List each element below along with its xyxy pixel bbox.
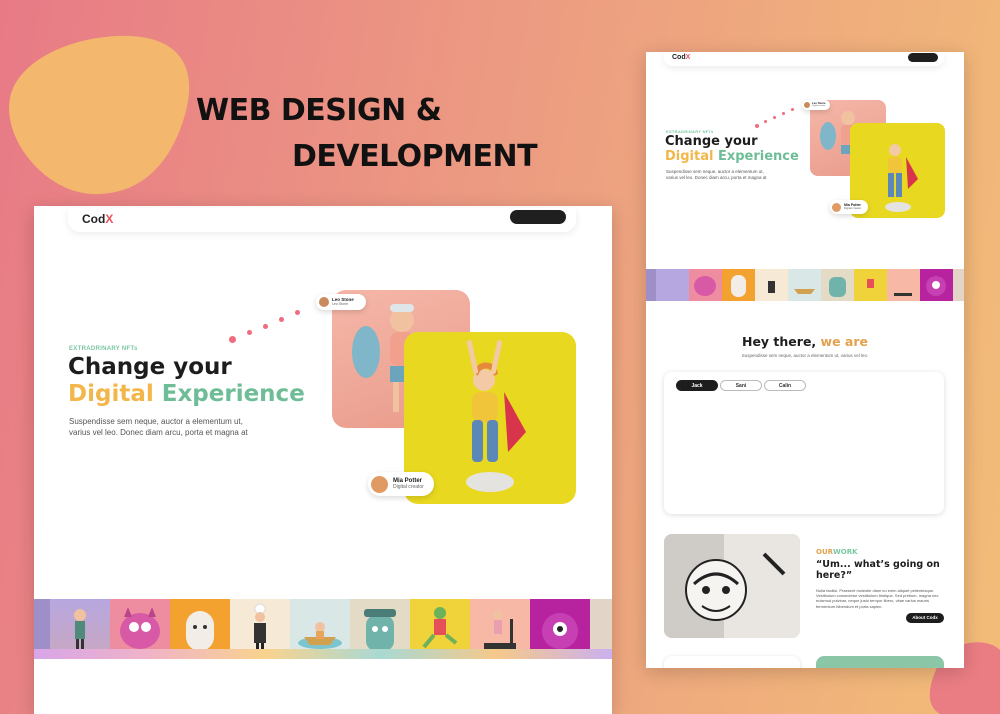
tab-sani[interactable]: Sani (720, 380, 762, 391)
desktop-mockup: CodX EXTRADRINARY NFTs Change your Digit… (34, 206, 612, 714)
desktop-logo[interactable]: CodX (82, 212, 113, 226)
avatar (804, 102, 810, 108)
headline-line-1: WEB DESIGN & (196, 93, 442, 128)
nft-tile[interactable] (788, 269, 821, 301)
bottom-card-right (816, 656, 944, 668)
page-mockup-full: CodX EXTRADRINARY NFTs Change your Digit… (646, 52, 964, 668)
team-section-subtitle: Suspendisse sem neque, auctor a elementu… (741, 353, 869, 358)
headline-line-2: DEVELOPMENT (292, 139, 538, 174)
mobile-navbar: CodX (664, 52, 944, 66)
mobile-nft-strip (646, 269, 964, 301)
avatar (371, 475, 388, 493)
decorative-dot (263, 324, 268, 329)
avatar (832, 202, 841, 212)
tab-jack[interactable]: Jack (676, 380, 718, 391)
decorative-dot (279, 317, 284, 322)
desktop-hero-title-line2: Digital Experience (68, 381, 305, 407)
nft-tile[interactable] (689, 269, 722, 301)
our-work-image (664, 534, 800, 638)
our-work-body: Nulla facilisi. Praesent molestie diam e… (816, 588, 939, 609)
nft-tile[interactable] (755, 269, 788, 301)
decorative-dot (764, 120, 767, 123)
mobile-logo[interactable]: CodX (672, 54, 690, 61)
desktop-nav-button[interactable] (510, 210, 566, 224)
mobile-hero-title: Change your Digital Experience (665, 134, 799, 164)
bottom-card-left (664, 656, 800, 668)
desktop-hero-title-line1: Change your (68, 354, 232, 380)
creator-chip-mia[interactable]: Mia Potter Digital creator (368, 472, 434, 496)
our-work-eyebrow: OURWORK (816, 548, 858, 556)
caricature-drawing-illustration (664, 534, 800, 638)
nft-tile[interactable] (821, 269, 854, 301)
team-section-title: Hey there, we are (741, 334, 868, 349)
nft-tile[interactable] (887, 269, 920, 301)
nft-tile[interactable] (953, 269, 964, 301)
desktop-hero-eyebrow: EXTRADRINARY NFTs (69, 346, 138, 352)
creator-chip-mia[interactable]: Mia Potter Digital creator (830, 200, 868, 214)
background-blob-top-left (9, 35, 190, 195)
our-work-title: “Um... what’s going on here?” (816, 559, 940, 581)
team-tabs-panel: Jack Sani Calin (664, 372, 944, 514)
decorative-dot (782, 112, 785, 115)
tab-calin[interactable]: Calin (764, 380, 806, 391)
about-codx-button[interactable]: About Codx (906, 613, 944, 623)
desktop-hero-subtitle: Suspendisse sem neque, auctor a elementu… (69, 417, 248, 437)
mobile-nav-button[interactable] (908, 53, 938, 62)
nft-tile[interactable] (854, 269, 887, 301)
decorative-dot (755, 124, 759, 128)
banner-headline: WEB DESIGN & DEVELOPMENT (196, 88, 576, 180)
creator-chip-leo[interactable]: Leo Stone Leo Stone (316, 294, 366, 310)
desktop-navbar: CodX (68, 208, 576, 232)
decorative-dot (773, 116, 776, 119)
nft-tile[interactable] (920, 269, 953, 301)
mobile-hero-subtitle: Suspendisse sem neque, auctor a elementu… (666, 169, 767, 180)
decorative-dot (247, 330, 252, 335)
nft-tile[interactable] (656, 269, 689, 301)
nft-tile[interactable] (722, 269, 755, 301)
nft-tile[interactable] (646, 269, 656, 301)
desktop-hero-title: Change your Digital Experience (68, 354, 305, 408)
creator-chip-leo[interactable]: Leo Stone Digital creator (802, 100, 830, 110)
strip-floor (34, 649, 612, 659)
avatar (319, 297, 329, 307)
decorative-dot (229, 336, 236, 343)
decorative-dot (295, 310, 300, 315)
decorative-dot (791, 108, 794, 111)
